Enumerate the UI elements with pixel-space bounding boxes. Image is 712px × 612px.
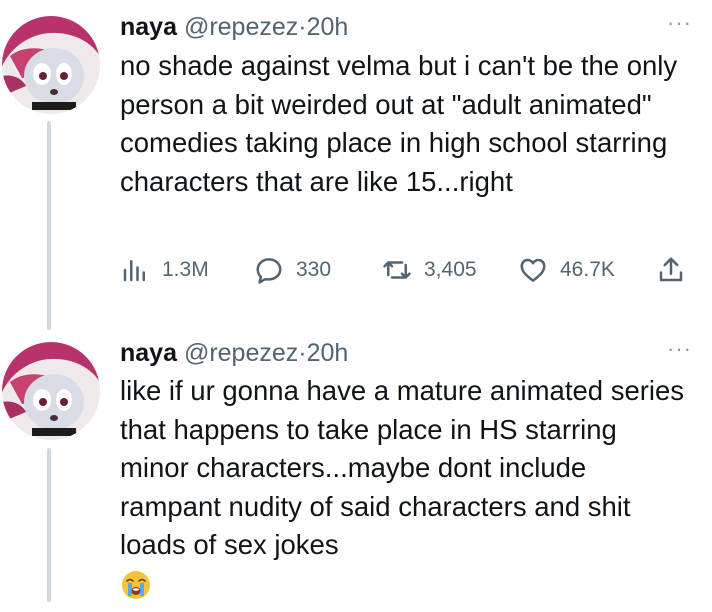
user-handle[interactable]: @repezez bbox=[184, 339, 298, 367]
avatar[interactable] bbox=[2, 16, 100, 114]
tweet-1[interactable]: naya @repezez·20h ··· no shade against v… bbox=[0, 0, 712, 330]
reply-icon bbox=[256, 258, 282, 284]
display-name[interactable]: naya bbox=[120, 339, 177, 367]
action-bar: 1.3M 330 3,405 46.7K bbox=[120, 252, 700, 288]
retweet-button[interactable]: 3,405 bbox=[382, 252, 477, 288]
avatar-image bbox=[2, 16, 100, 114]
tweet-header: naya @repezez·20h bbox=[120, 338, 348, 368]
like-icon bbox=[520, 258, 546, 282]
loudly-crying-face-emoji bbox=[120, 569, 152, 601]
tweet-text: no shade against velma but i can't be th… bbox=[120, 50, 678, 197]
separator-dot: · bbox=[298, 339, 307, 367]
tweet-2[interactable]: naya @repezez·20h ··· like if ur gonna h… bbox=[0, 330, 712, 602]
retweet-icon bbox=[383, 261, 411, 279]
retweet-count: 3,405 bbox=[424, 258, 477, 281]
tweet-text: like if ur gonna have a mature animated … bbox=[120, 375, 685, 560]
reply-button[interactable]: 330 bbox=[254, 252, 331, 288]
reply-count: 330 bbox=[296, 258, 332, 281]
like-button[interactable]: 46.7K bbox=[518, 252, 615, 288]
more-options-icon[interactable]: ··· bbox=[667, 10, 692, 36]
share-button[interactable] bbox=[656, 252, 686, 288]
timestamp[interactable]: 20h bbox=[307, 13, 349, 41]
views-button[interactable]: 1.3M bbox=[120, 252, 209, 288]
like-count: 46.7K bbox=[560, 258, 615, 281]
tweet-text-container: like if ur gonna have a mature animated … bbox=[120, 372, 690, 603]
user-handle[interactable]: @repezez bbox=[184, 13, 298, 41]
tweet-header: naya @repezez·20h bbox=[120, 12, 348, 42]
views-count: 1.3M bbox=[162, 258, 209, 281]
avatar[interactable] bbox=[2, 342, 100, 440]
timestamp[interactable]: 20h bbox=[307, 339, 349, 367]
thread-line bbox=[47, 448, 51, 602]
share-icon bbox=[659, 257, 683, 282]
separator-dot: · bbox=[298, 13, 307, 41]
views-icon bbox=[123, 260, 145, 282]
thread-line bbox=[47, 121, 51, 330]
display-name[interactable]: naya bbox=[120, 13, 177, 41]
more-options-icon[interactable]: ··· bbox=[667, 336, 692, 362]
avatar-image bbox=[2, 342, 100, 440]
